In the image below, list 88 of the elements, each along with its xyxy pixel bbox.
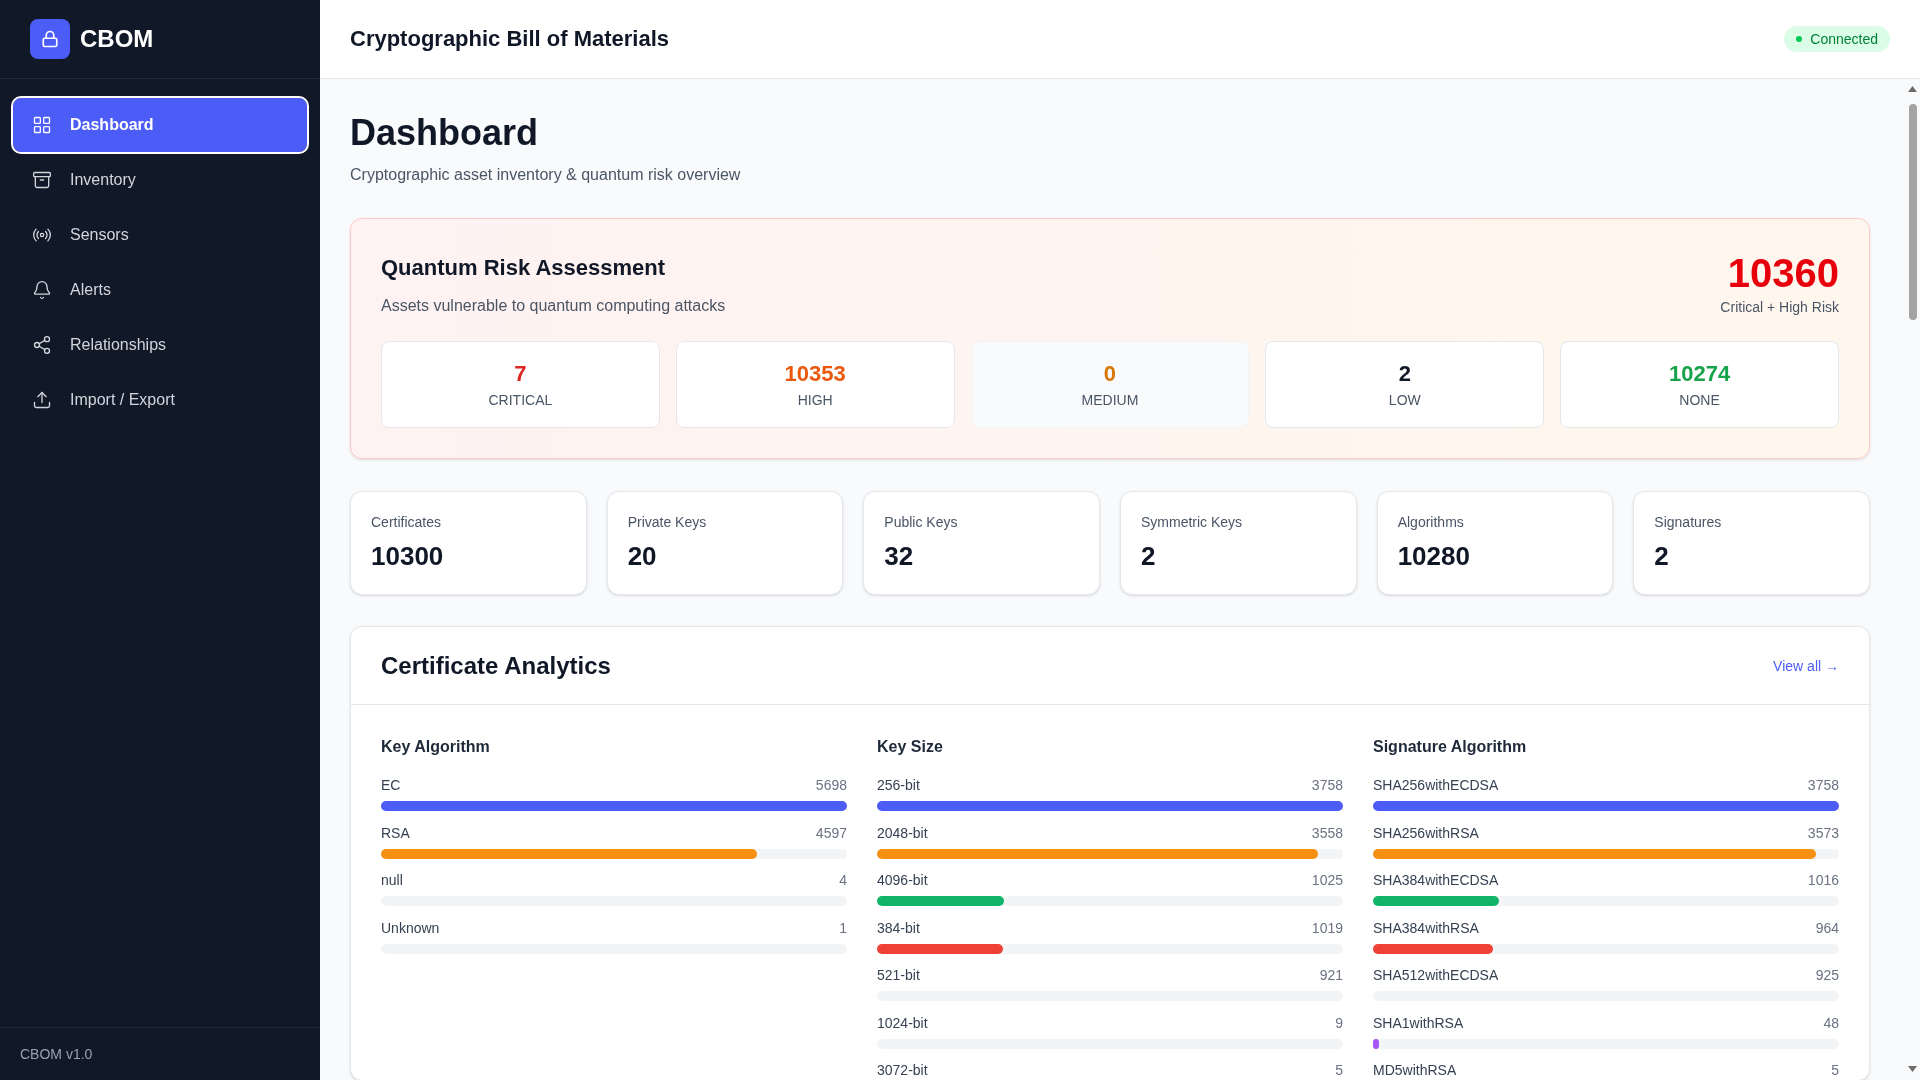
nav-item[interactable]: Dashboard xyxy=(13,98,307,152)
bar-label: MD5withRSA xyxy=(1373,1061,1457,1080)
bar-count: 1016 xyxy=(1807,871,1839,890)
share-nodes-icon xyxy=(32,335,52,355)
bar-label: SHA512withECDSA xyxy=(1373,966,1499,985)
nav-item[interactable]: Inventory xyxy=(13,153,307,207)
page-subtitle: Cryptographic asset inventory & quantum risk overview xyxy=(350,165,742,185)
chart-heading: Key Size xyxy=(877,737,944,757)
bar-count: 5 xyxy=(1831,1061,1839,1080)
bar-count: 964 xyxy=(1815,918,1839,938)
upload-icon xyxy=(32,390,52,410)
stat-label: Certificates xyxy=(371,513,443,532)
view-all-link[interactable]: View all → xyxy=(1773,655,1839,676)
risk-level-count: 2 xyxy=(1398,359,1411,388)
bar-label: 4096-bit xyxy=(877,871,928,890)
scroll-up-arrow-icon[interactable] xyxy=(1908,86,1917,92)
stat-value: 2 xyxy=(1141,540,1157,572)
bar-count: 921 xyxy=(1319,966,1343,985)
stat-label: Signatures xyxy=(1654,513,1723,532)
risk-level-count: 10274 xyxy=(1669,359,1731,388)
risk-level-label: CRITICAL xyxy=(488,390,553,410)
bar-label: SHA384withRSA xyxy=(1373,918,1479,938)
stat-label: Public Keys xyxy=(884,513,959,532)
stat-label: Symmetric Keys xyxy=(1141,513,1244,532)
archive-box-icon xyxy=(32,170,52,190)
nav-item[interactable]: Alerts xyxy=(13,263,307,317)
lock-icon xyxy=(30,19,70,59)
nav-item[interactable]: Import / Export xyxy=(13,373,307,427)
risk-level-label: NONE xyxy=(1679,390,1720,410)
bar-count: 48 xyxy=(1823,1013,1839,1033)
bar-label: RSA xyxy=(381,823,410,843)
risk-total: 10360 xyxy=(1727,250,1839,297)
bar-count: 3573 xyxy=(1807,823,1839,843)
bar-label: 2048-bit xyxy=(877,823,928,843)
bar-label: 256-bit xyxy=(877,776,920,795)
card-title: Quantum Risk Assessment xyxy=(381,254,667,282)
bar-count: 1025 xyxy=(1311,871,1343,890)
bar-label: SHA256withRSA xyxy=(1373,823,1479,843)
bar-count: 3758 xyxy=(1311,776,1343,795)
stat-label: Private Keys xyxy=(627,513,708,532)
grid-icon xyxy=(32,115,52,135)
bar-label: null xyxy=(381,871,403,890)
page-title: Dashboard xyxy=(350,113,540,153)
scroll-down-arrow-icon[interactable] xyxy=(1908,1066,1917,1072)
card-subtitle: Assets vulnerable to quantum computing attacks xyxy=(381,296,726,316)
risk-total-caption: Critical + High Risk xyxy=(1720,298,1839,317)
risk-level-count: 7 xyxy=(514,359,527,388)
stat-value: 32 xyxy=(884,540,915,572)
card-title: Certificate Analytics xyxy=(381,650,611,681)
stat-value: 2 xyxy=(1654,540,1670,572)
brand-name: CBOM xyxy=(80,24,154,54)
bar-count: 5 xyxy=(1335,1061,1343,1080)
bar-label: SHA384withECDSA xyxy=(1373,871,1499,890)
bar-count: 4597 xyxy=(815,823,847,843)
risk-level-label: MEDIUM xyxy=(1081,390,1139,410)
stat-value: 10300 xyxy=(371,540,445,572)
bell-icon xyxy=(32,280,52,300)
bar-count: 3558 xyxy=(1311,823,1343,843)
bar-count: 1019 xyxy=(1311,918,1343,938)
stat-label: Algorithms xyxy=(1397,513,1465,532)
stat-value: 20 xyxy=(627,540,658,572)
chart-heading: Signature Algorithm xyxy=(1373,737,1528,757)
nav-item[interactable]: Relationships xyxy=(13,318,307,372)
bar-count: 9 xyxy=(1335,1013,1343,1033)
bar-count: 4 xyxy=(839,871,847,890)
bar-label: 521-bit xyxy=(877,966,920,985)
risk-level-count: 0 xyxy=(1103,359,1117,388)
stat-value: 10280 xyxy=(1397,540,1471,572)
risk-level-label: HIGH xyxy=(797,390,833,410)
bar-label: 384-bit xyxy=(877,918,920,938)
app-title: Cryptographic Bill of Materials xyxy=(350,25,670,53)
version-label: CBOM v1.0 xyxy=(20,1045,93,1064)
connection-status-badge: Connected xyxy=(1784,26,1890,52)
chart-heading: Key Algorithm xyxy=(381,737,491,757)
risk-level-label: LOW xyxy=(1388,390,1421,410)
bar-count: 5698 xyxy=(815,776,847,795)
bar-label: 1024-bit xyxy=(877,1013,928,1033)
bar-label: EC xyxy=(381,776,401,795)
bar-label: 3072-bit xyxy=(877,1061,928,1080)
bar-count: 1 xyxy=(839,918,847,938)
bar-label: SHA1withRSA xyxy=(1373,1013,1464,1033)
bar-count: 925 xyxy=(1815,966,1839,985)
bar-count: 3758 xyxy=(1807,776,1839,795)
nav-item[interactable]: Sensors xyxy=(13,208,307,262)
scrollbar-thumb[interactable] xyxy=(1908,104,1917,320)
bar-label: SHA256withECDSA xyxy=(1373,776,1499,795)
bar-label: Unknown xyxy=(381,918,440,938)
risk-level-count: 10353 xyxy=(784,359,846,388)
